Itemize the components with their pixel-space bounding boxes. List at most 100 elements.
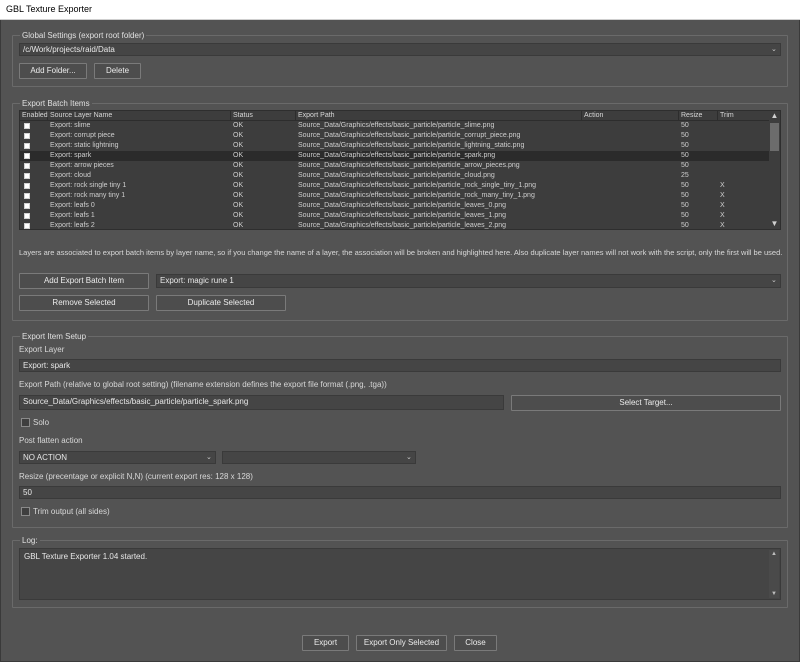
post-flatten-secondary-select[interactable]: ⌄ [222, 451, 416, 464]
enabled-checkbox[interactable] [24, 123, 30, 129]
cell-action [582, 121, 679, 131]
table-row[interactable]: Export: rock many tiny 1 OK Source_Data/Gr… [20, 191, 770, 201]
cell-status: OK [233, 212, 244, 219]
window-title: GBL Texture Exporter [0, 0, 800, 20]
column-header-resize[interactable]: Resize [679, 111, 718, 121]
add-export-batch-item-button[interactable]: Add Export Batch Item [19, 273, 149, 289]
trim-output-checkbox[interactable] [21, 507, 30, 516]
enabled-checkbox[interactable] [24, 203, 30, 209]
cell-resize: 25 [681, 172, 689, 179]
table-row[interactable]: Export: arrow pieces OK Source_Data/Graphi… [20, 161, 770, 171]
scroll-up-icon[interactable]: ▲ [769, 550, 779, 558]
enabled-checkbox[interactable] [24, 153, 30, 159]
export-layer-label: Export Layer [19, 345, 65, 354]
cell-path: Source_Data/Graphics/effects/basic_parti… [298, 152, 496, 159]
scroll-up-icon[interactable]: ▲ [770, 111, 779, 121]
export-path-input[interactable]: Source_Data/Graphics/effects/basic_parti… [19, 395, 504, 410]
cell-resize: 50 [681, 132, 689, 139]
cell-status: OK [233, 162, 244, 169]
duplicate-selected-button[interactable]: Duplicate Selected [156, 295, 286, 311]
cell-path: Source_Data/Graphics/effects/basic_parti… [298, 222, 507, 229]
table-row[interactable]: Export: static lightning OK Source_Data/Gr… [20, 141, 770, 151]
table-row[interactable]: Export: spark OK Source_Data/Graphics/effe… [20, 151, 770, 161]
table-row[interactable]: Export: rock single tiny 1 OK Source_Data/… [20, 181, 770, 191]
remove-selected-button[interactable]: Remove Selected [19, 295, 149, 311]
enabled-checkbox[interactable] [24, 173, 30, 179]
cell-path: Source_Data/Graphics/effects/basic_parti… [298, 162, 520, 169]
export-batch-title: Export Batch Items [20, 98, 92, 109]
column-header-enabled[interactable]: Enabled [20, 111, 48, 121]
column-header-layer[interactable]: Source Layer Name [48, 111, 231, 121]
cell-status: OK [233, 152, 244, 159]
solo-label: Solo [33, 418, 50, 427]
cell-path: Source_Data/Graphics/effects/basic_parti… [298, 192, 535, 199]
chevron-down-icon: ⌄ [406, 454, 412, 461]
root-folder-value: /c/Work/projects/raid/Data [23, 45, 115, 54]
export-batch-table[interactable]: Enabled Source Layer Name Status Export … [19, 110, 781, 230]
export-item-setup-title: Export Item Setup [20, 331, 89, 342]
scrollbar-thumb[interactable] [770, 123, 779, 151]
cell-trim: X [720, 182, 725, 189]
cell-action [582, 181, 679, 191]
global-settings-title: Global Settings (export root folder) [20, 30, 147, 41]
enabled-checkbox[interactable] [24, 163, 30, 169]
log-scrollbar[interactable]: ▲ ▼ [769, 550, 779, 598]
column-header-status[interactable]: Status [231, 111, 296, 121]
cell-status: OK [233, 192, 244, 199]
scroll-down-icon[interactable]: ▼ [770, 219, 779, 229]
log-text: GBL Texture Exporter 1.04 started. [24, 552, 148, 561]
enabled-checkbox[interactable] [24, 223, 30, 229]
enabled-checkbox[interactable] [24, 143, 30, 149]
cell-trim [718, 151, 770, 161]
column-header-path[interactable]: Export Path [296, 111, 582, 121]
post-flatten-label: Post flatten action [19, 436, 83, 445]
table-scrollbar[interactable]: ▲ ▼ [769, 111, 780, 229]
resize-input[interactable]: 50 [19, 486, 781, 499]
delete-folder-button[interactable]: Delete [94, 63, 141, 79]
cell-trim: X [720, 192, 725, 199]
chevron-down-icon: ⌄ [206, 454, 212, 461]
root-folder-select[interactable]: /c/Work/projects/raid/Data ⌄ [19, 43, 781, 56]
cell-layer: Export: cloud [50, 172, 91, 179]
table-row[interactable]: Export: corrupt piece OK Source_Data/Graph… [20, 131, 770, 141]
cell-status: OK [233, 122, 244, 129]
post-flatten-select[interactable]: NO ACTION ⌄ [19, 451, 216, 464]
table-row[interactable]: Export: leafs 2 OK Source_Data/Graphics/ef… [20, 221, 770, 229]
cell-trim [718, 121, 770, 131]
cell-action [582, 171, 679, 181]
cell-trim [718, 161, 770, 171]
enabled-checkbox[interactable] [24, 193, 30, 199]
cell-action [582, 161, 679, 171]
cell-resize: 50 [681, 192, 689, 199]
table-row[interactable]: Export: leafs 0 OK Source_Data/Graphics/ef… [20, 201, 770, 211]
cell-layer: Export: static lightning [50, 142, 119, 149]
close-button[interactable]: Close [454, 635, 497, 651]
enabled-checkbox[interactable] [24, 133, 30, 139]
column-header-trim[interactable]: Trim [718, 111, 770, 121]
cell-trim: X [720, 202, 725, 209]
layer-select[interactable]: Export: magic rune 1 ⌄ [156, 274, 781, 288]
cell-layer: Export: rock many tiny 1 [50, 192, 126, 199]
export-layer-field[interactable]: Export: spark [19, 359, 781, 372]
table-row[interactable]: Export: leafs 1 OK Source_Data/Graphics/ef… [20, 211, 770, 221]
export-only-selected-button[interactable]: Export Only Selected [356, 635, 447, 651]
solo-checkbox[interactable] [21, 418, 30, 427]
enabled-checkbox[interactable] [24, 183, 30, 189]
cell-layer: Export: leafs 0 [50, 202, 95, 209]
table-row[interactable]: Export: cloud OK Source_Data/Graphics/effe… [20, 171, 770, 181]
export-path-label: Export Path (relative to global root set… [19, 380, 387, 389]
log-output[interactable]: GBL Texture Exporter 1.04 started. ▲ ▼ [19, 548, 781, 600]
chevron-down-icon: ⌄ [771, 46, 777, 53]
cell-action [582, 191, 679, 201]
add-folder-button[interactable]: Add Folder... [19, 63, 87, 79]
enabled-checkbox[interactable] [24, 213, 30, 219]
scroll-down-icon[interactable]: ▼ [769, 590, 779, 598]
export-button[interactable]: Export [302, 635, 349, 651]
table-row[interactable]: Export: slime OK Source_Data/Graphics/effe… [20, 121, 770, 131]
cell-action [582, 131, 679, 141]
cell-trim [718, 171, 770, 181]
cell-status: OK [233, 182, 244, 189]
select-target-button[interactable]: Select Target... [511, 395, 781, 411]
column-header-action[interactable]: Action [582, 111, 679, 121]
cell-resize: 50 [681, 212, 689, 219]
